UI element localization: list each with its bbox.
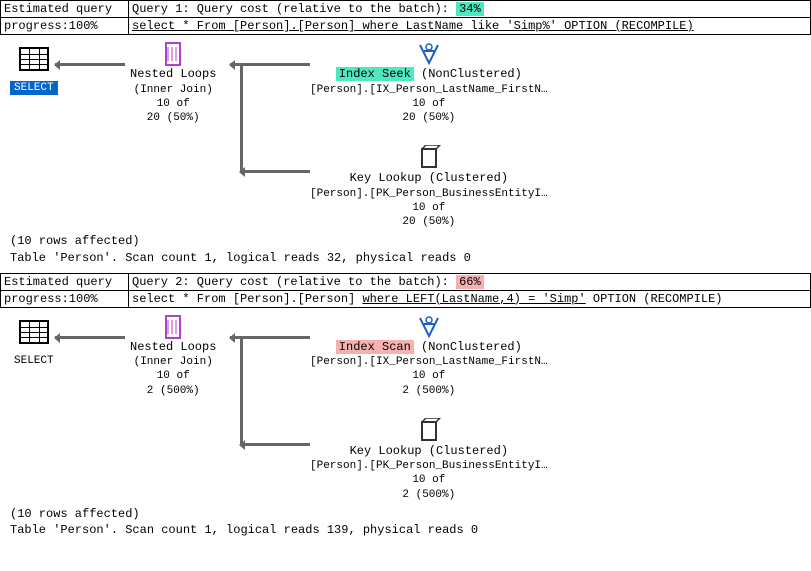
key-lookup-icon [416,418,442,444]
op-pct: 20 (50%) [310,215,548,229]
sql-text: select * From [Person].[Person] where La… [129,18,810,34]
key-obj: [Person].[PK_Person_BusinessEntityI… [310,459,548,473]
op-pct: 2 (500%) [310,488,548,502]
op-title: Key Lookup (Clustered) [310,444,548,460]
cost-badge: 34% [456,2,484,16]
sql-pre: select * From [Person].[Person] [132,292,362,306]
select-label: SELECT [10,81,58,95]
execution-plan-2[interactable]: SELECT Nested Loops (Inner Join) 10 of 2… [0,308,811,498]
key-lookup-operator[interactable]: Key Lookup (Clustered) [Person].[PK_Pers… [310,145,548,229]
index-obj: [Person].[IX_Person_LastName_FirstN… [310,355,548,369]
op-pct: 2 (500%) [130,384,216,398]
nested-loops-icon [160,41,186,67]
rows-affected: (10 rows affected) [10,233,801,250]
key-obj: [Person].[PK_Person_BusinessEntityI… [310,187,548,201]
op-pct: 20 (50%) [130,111,216,125]
cost-header: Query 1: Query cost (relative to the bat… [129,1,810,17]
index-type: (NonClustered) [421,340,522,354]
progress-label: Estimated query [1,1,129,17]
op-pct: 2 (500%) [310,384,548,398]
cost-badge: 66% [456,275,484,289]
op-title: Key Lookup (Clustered) [310,171,548,187]
sql-mid: where LEFT(LastName,4) = 'Simp' [362,292,585,306]
op-rows: 10 of [310,201,548,215]
sql-post: OPTION (RECOMPILE) [586,292,723,306]
query-header-1: Estimated query Query 1: Query cost (rel… [0,0,811,35]
key-lookup-icon [416,145,442,171]
nested-loops-icon [160,314,186,340]
cost-header: Query 2: Query cost (relative to the bat… [129,274,810,290]
nested-loops-operator[interactable]: Nested Loops (Inner Join) 10 of 2 (500%) [130,314,216,398]
op-title: Nested Loops [130,340,216,356]
op-subtitle: (Inner Join) [130,83,216,97]
index-label: Index Seek [336,67,414,81]
index-seek-operator[interactable]: Index Seek (NonClustered) [Person].[IX_P… [310,41,548,125]
index-seek-icon [416,41,442,67]
index-obj: [Person].[IX_Person_LastName_FirstN… [310,83,548,97]
key-lookup-operator[interactable]: Key Lookup (Clustered) [Person].[PK_Pers… [310,418,548,502]
sql-text: select * From [Person].[Person] where LE… [129,291,810,307]
progress-value: progress:100% [1,18,129,34]
io-stats: Table 'Person'. Scan count 1, logical re… [10,250,801,267]
op-pct: 20 (50%) [310,111,548,125]
progress-value: progress:100% [1,291,129,307]
progress-label: Estimated query [1,274,129,290]
index-scan-operator[interactable]: Index Scan (NonClustered) [Person].[IX_P… [310,314,548,398]
op-rows: 10 of [130,97,216,111]
nested-loops-operator[interactable]: Nested Loops (Inner Join) 10 of 20 (50%) [130,41,216,125]
query-header-2: Estimated query Query 2: Query cost (rel… [0,273,811,308]
op-rows: 10 of [310,473,548,487]
op-rows: 10 of [310,97,548,111]
index-type: (NonClustered) [421,67,522,81]
results-1: (10 rows affected) Table 'Person'. Scan … [0,225,811,273]
select-label: SELECT [10,354,58,368]
execution-plan-1[interactable]: SELECT Nested Loops (Inner Join) 10 of 2… [0,35,811,225]
select-operator[interactable]: SELECT [10,320,58,368]
table-icon [19,47,49,71]
op-rows: 10 of [310,369,548,383]
select-operator[interactable]: SELECT [10,47,58,95]
cost-text: Query 1: Query cost (relative to the bat… [132,2,456,16]
io-stats: Table 'Person'. Scan count 1, logical re… [10,522,801,539]
op-title: Nested Loops [130,67,216,83]
table-icon [19,320,49,344]
cost-text: Query 2: Query cost (relative to the bat… [132,275,456,289]
index-label: Index Scan [336,340,414,354]
index-scan-icon [416,314,442,340]
op-rows: 10 of [130,369,216,383]
op-subtitle: (Inner Join) [130,355,216,369]
rows-affected: (10 rows affected) [10,506,801,523]
results-2: (10 rows affected) Table 'Person'. Scan … [0,498,811,546]
